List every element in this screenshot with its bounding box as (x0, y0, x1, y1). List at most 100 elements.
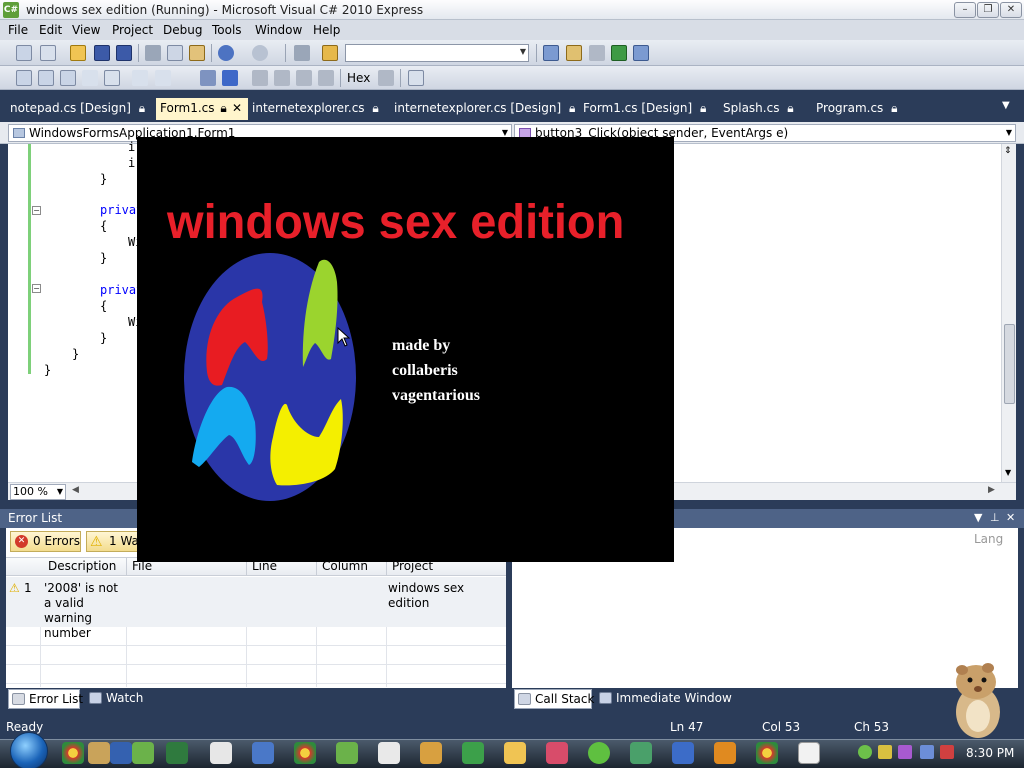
tray-icon[interactable] (878, 745, 892, 759)
app-icon[interactable] (714, 742, 736, 764)
step-out-icon[interactable] (318, 70, 334, 86)
text-icon[interactable] (82, 70, 98, 86)
step-into-icon[interactable] (38, 70, 54, 86)
comment-icon[interactable] (132, 70, 148, 86)
menu-view[interactable]: View (72, 23, 100, 37)
hex-toggle[interactable]: Hex (347, 71, 370, 85)
properties-icon[interactable] (566, 45, 582, 61)
start-page-icon[interactable] (633, 45, 649, 61)
list-icon[interactable] (104, 70, 120, 86)
continue-icon[interactable] (200, 70, 216, 86)
redo-icon[interactable] (252, 45, 268, 61)
pin-icon[interactable]: 🔒︎ (700, 101, 706, 115)
app-icon[interactable] (798, 742, 820, 764)
network-icon[interactable] (920, 745, 934, 759)
tab-error-list[interactable]: Error List (8, 689, 83, 709)
paste-icon[interactable] (189, 45, 205, 61)
scroll-down-icon[interactable]: ▼ (1005, 468, 1011, 477)
tab-internetexplorer-design[interactable]: internetexplorer.cs [Design] 🔒︎ (394, 98, 575, 120)
hamster-gadget[interactable] (940, 654, 1014, 738)
show-next-statement-icon[interactable] (252, 70, 268, 86)
errors-filter-button[interactable]: ✕ 0 Errors (10, 531, 81, 552)
step-icon[interactable] (16, 70, 32, 86)
app-icon[interactable] (588, 742, 610, 764)
open-file-icon[interactable] (70, 45, 86, 61)
tab-internetexplorer-cs[interactable]: internetexplorer.cs 🔒︎ (252, 98, 379, 120)
menu-window[interactable]: Window (255, 23, 302, 37)
tab-program-cs[interactable]: Program.cs 🔒︎ (816, 98, 898, 120)
scroll-right-icon[interactable]: ▶ (988, 485, 995, 495)
app-icon[interactable] (630, 742, 652, 764)
solution-explorer-icon[interactable] (543, 45, 559, 61)
tab-splash-cs[interactable]: Splash.cs 🔒︎ (723, 98, 794, 120)
save-icon[interactable] (94, 45, 110, 61)
maximize-button[interactable]: ❐ (977, 2, 999, 18)
tabs-dropdown-icon[interactable]: ▼ (1002, 100, 1010, 111)
find-combo-box[interactable]: ▼ (345, 44, 529, 62)
scroll-left-icon[interactable]: ◀ (72, 485, 79, 495)
outline-collapse-icon[interactable]: − (32, 284, 41, 293)
split-icon[interactable]: ⇕ (1004, 146, 1012, 156)
volume-icon[interactable] (940, 745, 954, 759)
breakpoint-icon[interactable] (378, 70, 394, 86)
tab-notepad-design[interactable]: notepad.cs [Design] 🔒︎ (10, 98, 145, 120)
chrome-icon[interactable] (294, 742, 316, 764)
pin-icon[interactable]: 🔒︎ (139, 101, 145, 115)
step-over-debug-icon[interactable] (296, 70, 312, 86)
pin-icon[interactable]: 🔒︎ (787, 101, 793, 115)
app-icon[interactable] (672, 742, 694, 764)
zoom-dropdown[interactable]: 100 % ▼ (10, 484, 66, 500)
start-debugging-icon[interactable] (294, 45, 310, 61)
uncomment-icon[interactable] (155, 70, 171, 86)
toolbox-icon[interactable] (589, 45, 605, 61)
cut-icon[interactable] (145, 45, 161, 61)
start-button[interactable] (10, 732, 48, 768)
chrome-icon[interactable] (756, 742, 778, 764)
close-window-button[interactable]: ✕ (1000, 2, 1022, 18)
close-tab-icon[interactable]: ✕ (232, 98, 242, 118)
chrome-icon[interactable] (62, 742, 84, 764)
window-position-icon[interactable]: ▼ (974, 511, 982, 524)
app-icon[interactable] (88, 742, 110, 764)
column-description[interactable]: Description (48, 559, 116, 573)
app-icon[interactable] (546, 742, 568, 764)
step-over-icon[interactable] (60, 70, 76, 86)
chevron-down-icon[interactable]: ▼ (520, 47, 526, 56)
object-browser-icon[interactable] (611, 45, 627, 61)
app-icon[interactable] (378, 742, 400, 764)
running-app-window[interactable]: windows sex edition made by collaberis v… (137, 137, 674, 562)
save-all-icon[interactable] (116, 45, 132, 61)
close-panel-icon[interactable]: ✕ (1006, 511, 1015, 524)
step-into-debug-icon[interactable] (274, 70, 290, 86)
editor-vertical-scrollbar[interactable]: ⇕ ▼ (1001, 144, 1016, 482)
computer-icon[interactable] (110, 742, 132, 764)
app-icon[interactable] (462, 742, 484, 764)
copy-icon[interactable] (167, 45, 183, 61)
outline-collapse-icon[interactable]: − (32, 206, 41, 215)
menu-help[interactable]: Help (313, 23, 340, 37)
menu-debug[interactable]: Debug (163, 23, 202, 37)
tab-form1-design[interactable]: Form1.cs [Design] 🔒︎ (583, 98, 706, 120)
tab-immediate-window[interactable]: Immediate Window (596, 689, 736, 709)
pin-icon[interactable]: 🔒︎ (891, 101, 897, 115)
minimize-button[interactable]: – (954, 2, 976, 18)
document-icon[interactable] (210, 742, 232, 764)
tab-watch[interactable]: Watch (86, 689, 156, 709)
tab-call-stack[interactable]: Call Stack (514, 689, 594, 709)
column-language[interactable]: Lang (974, 532, 1003, 546)
auto-hide-pin-icon[interactable]: ⊥ (990, 511, 1000, 524)
menu-tools[interactable]: Tools (212, 23, 242, 37)
menu-project[interactable]: Project (112, 23, 153, 37)
app-icon[interactable] (252, 742, 274, 764)
app-icon[interactable] (420, 742, 442, 764)
tray-icon[interactable] (858, 745, 872, 759)
table-row[interactable]: ⚠ 1 '2008' is not a valid warning number… (6, 577, 506, 640)
menu-edit[interactable]: Edit (39, 23, 62, 37)
tab-form1-cs[interactable]: Form1.cs 🔒︎ ✕ (156, 98, 248, 120)
visual-studio-icon[interactable] (132, 742, 154, 764)
tray-icon[interactable] (898, 745, 912, 759)
windows-icon[interactable] (408, 70, 424, 86)
find-in-files-icon[interactable] (322, 45, 338, 61)
pin-icon[interactable]: 🔒︎ (372, 101, 378, 115)
new-project-icon[interactable] (16, 45, 32, 61)
